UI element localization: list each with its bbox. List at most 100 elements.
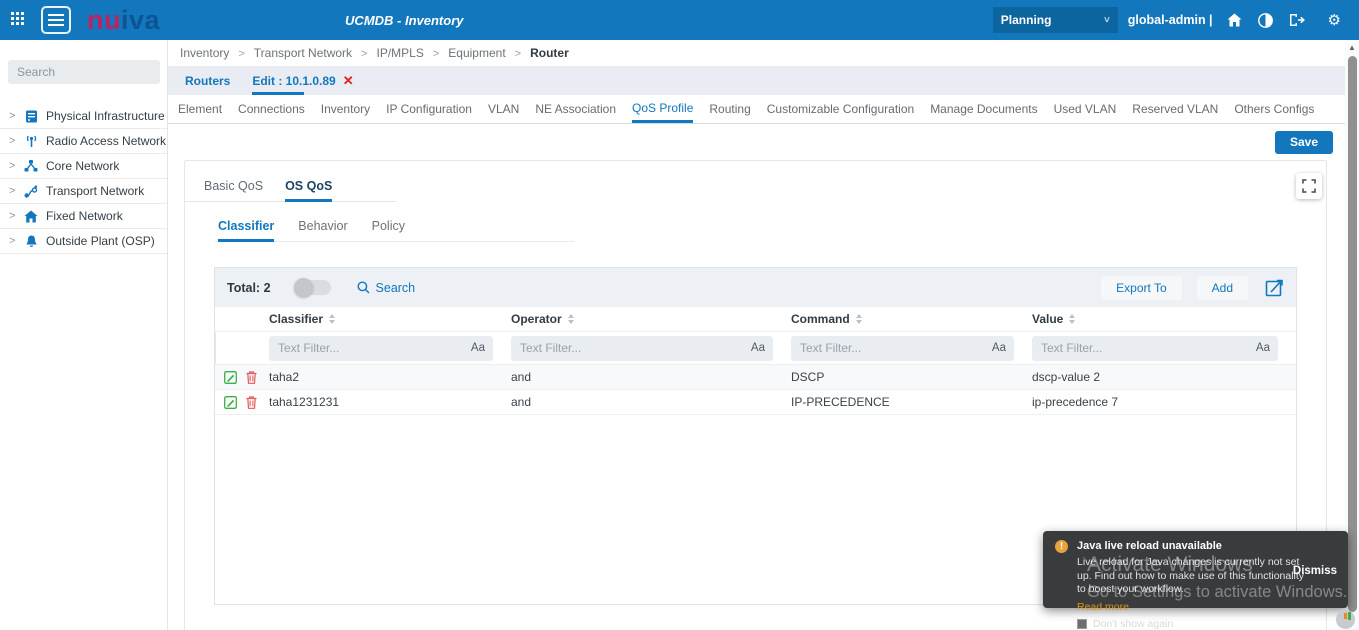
- sidebar-item-transport-network[interactable]: > Transport Network: [0, 179, 167, 204]
- tab-ne-association[interactable]: NE Association: [535, 95, 616, 123]
- close-icon[interactable]: ✕: [343, 73, 354, 89]
- checkbox-icon[interactable]: [1077, 618, 1087, 629]
- tab-vlan[interactable]: VLAN: [488, 95, 519, 123]
- sidebar-item-outside-plant[interactable]: > Outside Plant (OSP): [0, 229, 167, 254]
- action-row: Save: [168, 124, 1345, 160]
- chevron-right-icon[interactable]: >: [9, 160, 21, 172]
- tab-element[interactable]: Element: [178, 95, 222, 123]
- edit-icon[interactable]: [224, 395, 237, 409]
- cell-classifier: taha1231231: [269, 395, 340, 409]
- app-title: UCMDB - Inventory: [345, 12, 464, 28]
- app-launcher-icon[interactable]: [11, 12, 27, 28]
- sort-icon[interactable]: [855, 314, 862, 324]
- tab-basic-qos[interactable]: Basic QoS: [204, 179, 263, 201]
- gear-icon[interactable]: ⚙: [1328, 13, 1341, 28]
- expand-table-icon[interactable]: [1265, 278, 1284, 297]
- breadcrumb-item[interactable]: Equipment: [448, 46, 521, 60]
- sidebar-search-input[interactable]: [8, 60, 160, 84]
- command-filter-input[interactable]: [791, 341, 1014, 355]
- tab-connections[interactable]: Connections: [238, 95, 305, 123]
- breadcrumb-item[interactable]: Transport Network: [254, 46, 368, 60]
- tab-customizable-configuration[interactable]: Customizable Configuration: [767, 95, 914, 123]
- tab-used-vlan[interactable]: Used VLAN: [1054, 95, 1117, 123]
- entity-tab-bar: Routers Edit : 10.1.0.89 ✕: [168, 66, 1345, 95]
- case-sensitive-toggle[interactable]: Aa: [992, 342, 1006, 354]
- chevron-right-icon[interactable]: >: [9, 185, 21, 197]
- export-to-button[interactable]: Export To: [1101, 275, 1182, 300]
- case-sensitive-toggle[interactable]: Aa: [471, 342, 485, 354]
- classifier-filter-input[interactable]: [269, 341, 493, 355]
- chevron-right-icon[interactable]: >: [9, 110, 21, 122]
- sidebar-item-physical-infrastructure[interactable]: > Physical Infrastructure: [0, 104, 167, 129]
- breadcrumb-item[interactable]: IP/MPLS: [376, 46, 439, 60]
- tab-behavior[interactable]: Behavior: [298, 219, 347, 241]
- filter-toggle[interactable]: [293, 278, 331, 297]
- home-icon[interactable]: [1227, 12, 1243, 28]
- tab-others-configs[interactable]: Others Configs: [1234, 95, 1314, 123]
- breadcrumb-item[interactable]: Inventory: [180, 46, 245, 60]
- tab-classifier[interactable]: Classifier: [218, 219, 275, 242]
- tab-manage-documents[interactable]: Manage Documents: [930, 95, 1037, 123]
- read-more-link[interactable]: Read more: [1077, 601, 1129, 613]
- cell-classifier: taha2: [269, 370, 300, 384]
- edit-router-tab[interactable]: Edit : 10.1.0.89 ✕: [252, 66, 354, 95]
- tab-reserved-vlan[interactable]: Reserved VLAN: [1132, 95, 1218, 123]
- contrast-icon[interactable]: [1258, 12, 1274, 28]
- sidebar-item-radio-access-network[interactable]: > Radio Access Network: [0, 129, 167, 154]
- bell-icon: [21, 235, 41, 248]
- add-button[interactable]: Add: [1196, 275, 1248, 300]
- column-header-command: Command: [791, 312, 1032, 326]
- delete-icon[interactable]: [246, 395, 257, 409]
- delete-icon[interactable]: [246, 370, 257, 384]
- chevron-right-icon[interactable]: >: [9, 135, 21, 147]
- tab-os-qos[interactable]: OS QoS: [285, 179, 333, 202]
- tab-routing[interactable]: Routing: [709, 95, 750, 123]
- case-sensitive-toggle[interactable]: Aa: [1256, 342, 1270, 354]
- tab-qos-profile[interactable]: QoS Profile: [632, 95, 694, 123]
- case-sensitive-toggle[interactable]: Aa: [751, 342, 765, 354]
- sidebar-item-label: Transport Network: [46, 184, 145, 198]
- sidebar-item-label: Fixed Network: [46, 209, 123, 223]
- dont-show-again-checkbox[interactable]: Don't show again: [1077, 618, 1336, 630]
- command-filter: Aa: [791, 335, 1014, 361]
- routers-list-tab[interactable]: Routers: [185, 74, 230, 88]
- sidebar-item-fixed-network[interactable]: > Fixed Network: [0, 204, 167, 229]
- toast-body: Live reload for Java changes is currentl…: [1077, 556, 1305, 596]
- top-bar: nuiva UCMDB - Inventory Planning ˅ globa…: [0, 0, 1359, 40]
- sidebar-item-core-network[interactable]: > Core Network: [0, 154, 167, 179]
- toggle-knob: [293, 278, 313, 297]
- value-filter-input[interactable]: [1032, 341, 1278, 355]
- column-header-classifier: Classifier: [269, 312, 511, 326]
- table-row[interactable]: taha1231231 and IP-PRECEDENCE ip-precede…: [215, 390, 1296, 415]
- antenna-icon: [21, 135, 41, 148]
- transport-network-icon: [21, 185, 41, 198]
- tab-policy[interactable]: Policy: [372, 219, 405, 241]
- classifier-filter: Aa: [269, 335, 493, 361]
- column-header-value: Value: [1032, 312, 1296, 326]
- sort-icon[interactable]: [1069, 314, 1076, 324]
- logout-icon[interactable]: [1289, 12, 1305, 28]
- menu-toggle-button[interactable]: [41, 6, 71, 34]
- tab-ip-configuration[interactable]: IP Configuration: [386, 95, 472, 123]
- save-button[interactable]: Save: [1275, 130, 1333, 154]
- tab-inventory[interactable]: Inventory: [321, 95, 370, 123]
- dismiss-button[interactable]: Dismiss: [1293, 565, 1337, 577]
- chevron-right-icon[interactable]: >: [9, 210, 21, 222]
- table-row[interactable]: taha2 and DSCP dscp-value 2: [215, 365, 1296, 390]
- table-search-button[interactable]: Search: [357, 281, 415, 295]
- sort-icon[interactable]: [329, 314, 336, 324]
- mode-select[interactable]: Planning ˅: [992, 7, 1118, 33]
- edit-router-tab-label: Edit : 10.1.0.89: [252, 73, 336, 88]
- scrollbar-thumb[interactable]: [1347, 56, 1357, 612]
- breadcrumb: Inventory Transport Network IP/MPLS Equi…: [168, 40, 1345, 66]
- tray-status-icon[interactable]: [1336, 610, 1355, 629]
- cell-value: ip-precedence 7: [1032, 395, 1119, 409]
- scroll-up-icon[interactable]: ▲: [1345, 40, 1359, 54]
- sort-icon[interactable]: [567, 314, 574, 324]
- edit-icon[interactable]: [224, 370, 237, 384]
- chevron-right-icon[interactable]: >: [9, 235, 21, 247]
- checkbox-label: Don't show again: [1093, 617, 1174, 630]
- cell-operator: and: [511, 395, 532, 409]
- operator-filter-input[interactable]: [511, 341, 773, 355]
- fullscreen-icon[interactable]: [1296, 173, 1322, 199]
